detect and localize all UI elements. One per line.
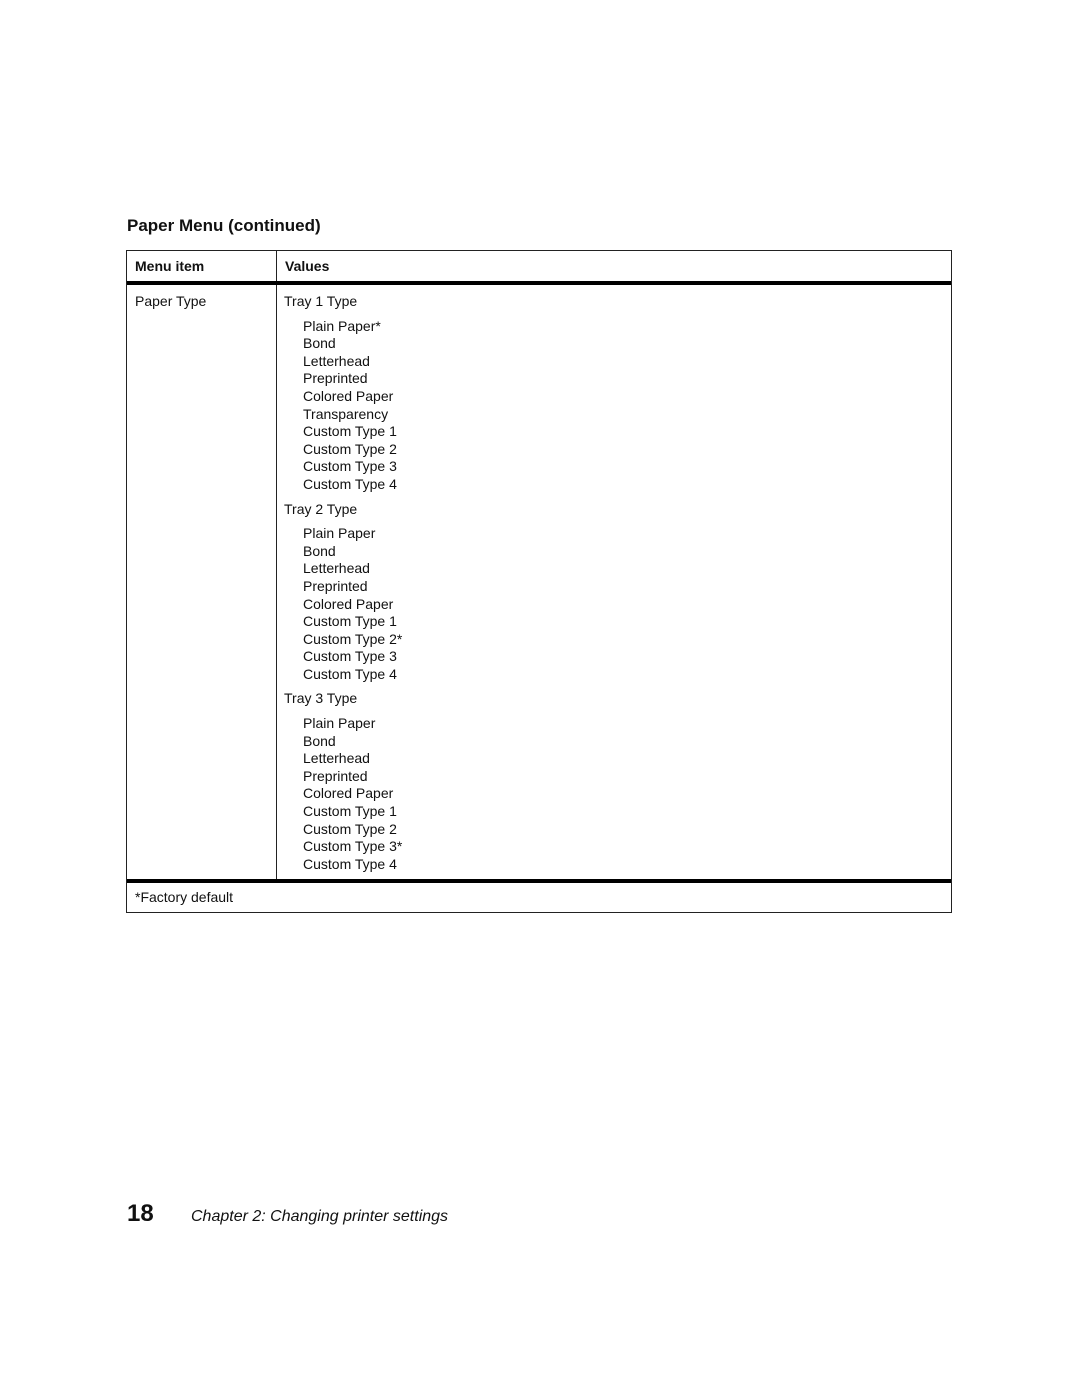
option-item: Custom Type 3* [303, 838, 403, 855]
option-list: Plain Paper Bond Letterhead Preprinted Color… [284, 715, 951, 873]
value-group: Tray 3 Type Plain Paper Bond Letterhead Prep… [284, 690, 951, 873]
table-header: Menu item Values [127, 251, 951, 285]
chapter-title: Chapter 2: Changing printer settings [191, 1208, 449, 1225]
option-list: Plain Paper* Bond Letterhead Preprinted Colo… [284, 318, 951, 494]
value-group: Tray 2 Type Plain Paper Bond Letterhead Prep… [284, 501, 951, 684]
option-item: Custom Type 1 [303, 803, 397, 820]
option-item: Transparency [303, 405, 389, 422]
option-item: Custom Type 1 [303, 613, 397, 630]
option-item: Plain Paper [303, 715, 376, 732]
option-item: Custom Type 4 [303, 475, 397, 492]
option-item: Custom Type 2 [303, 440, 397, 457]
page-footer: 18 Chapter 2: Changing printer settings [127, 1200, 448, 1228]
option-item: Colored Paper [303, 785, 394, 802]
page-number: 18 [127, 1200, 154, 1227]
header-menu-item: Menu item [127, 251, 277, 281]
header-values: Values [285, 258, 330, 274]
option-item: Preprinted [303, 370, 368, 387]
paper-menu-table: Menu item Values Paper Type Tray 1 Type P… [126, 250, 952, 914]
option-item: Preprinted [303, 577, 368, 594]
option-item: Custom Type 3 [303, 458, 397, 475]
group-title: Tray 3 Type [284, 690, 358, 707]
option-item: Letterhead [303, 750, 370, 767]
option-item: Custom Type 2 [303, 820, 397, 837]
option-item: Custom Type 4 [303, 665, 397, 682]
option-item: Custom Type 2* [303, 630, 403, 647]
group-title: Tray 2 Type [284, 500, 358, 517]
group-title: Tray 1 Type [284, 293, 358, 309]
option-item: Letterhead [303, 560, 370, 577]
option-item: Bond [303, 335, 336, 352]
menu-item-cell: Paper Type [127, 285, 277, 880]
option-item: Colored Paper [303, 595, 394, 612]
value-group: Tray 1 Type Plain Paper* Bond Letterhead Pre… [284, 293, 951, 494]
option-item: Custom Type 1 [303, 423, 397, 440]
section-title: Paper Menu (continued) [127, 216, 321, 235]
option-item: Custom Type 3 [303, 648, 397, 665]
option-list: Plain Paper Bond Letterhead Preprinted Color… [284, 525, 951, 683]
option-item: Colored Paper [303, 387, 394, 404]
option-item: Plain Paper* [303, 317, 381, 334]
option-item: Letterhead [303, 352, 370, 369]
option-item: Preprinted [303, 767, 368, 784]
option-item: Bond [303, 732, 336, 749]
option-item: Bond [303, 542, 336, 559]
option-item: Plain Paper [303, 525, 376, 542]
footnote: *Factory default [135, 889, 234, 906]
option-item: Custom Type 4 [303, 855, 397, 872]
values-cell: Tray 1 Type Plain Paper* Bond Letterhead Pre… [277, 285, 951, 879]
table-row: Paper Type Tray 1 Type Plain Paper* Bond Le… [127, 285, 951, 884]
